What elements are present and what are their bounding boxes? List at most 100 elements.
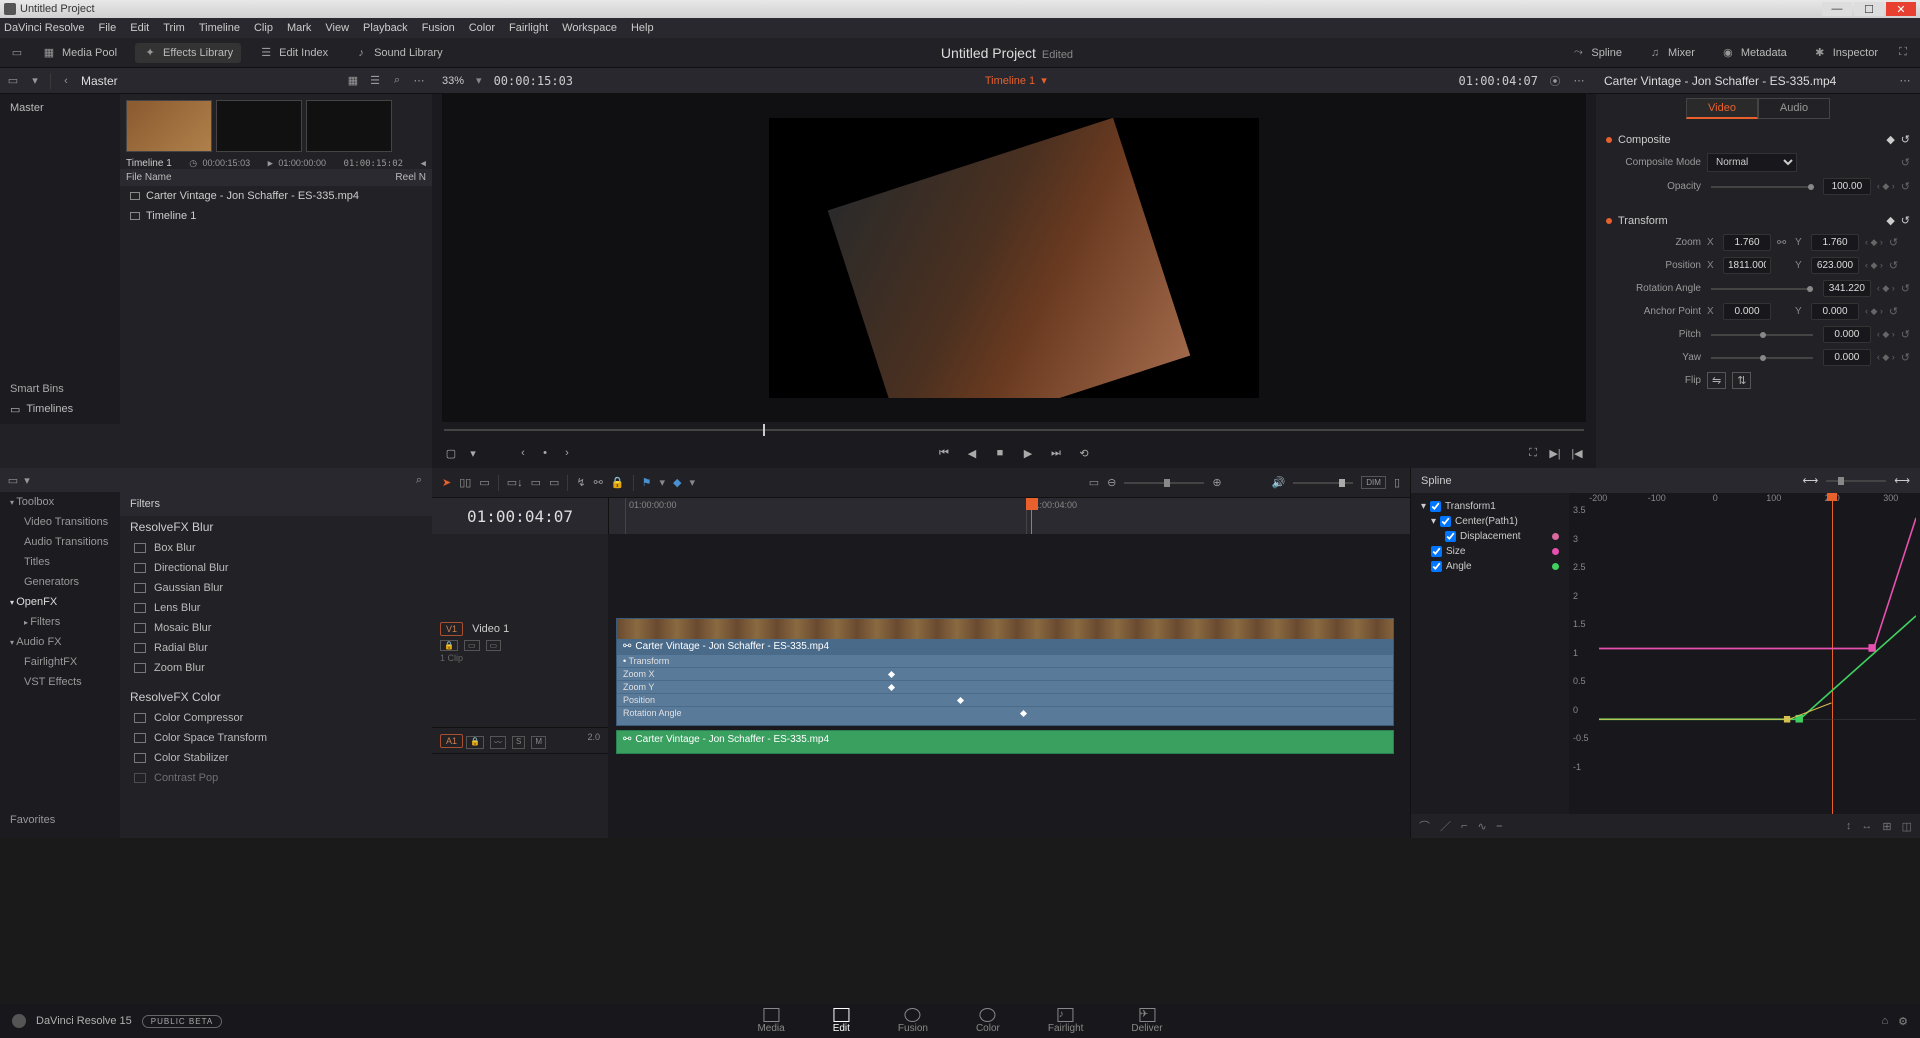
v1-header[interactable]: V1 Video 1 🔒▭▭ 1 Clip	[432, 618, 608, 728]
expand-icon[interactable]: ⟷	[1894, 474, 1910, 487]
scope-icon[interactable]: ⦿	[1548, 74, 1562, 88]
maximize-button[interactable]: ☐	[1854, 2, 1884, 16]
openfx-cat[interactable]: OpenFX	[0, 592, 120, 612]
fx-item[interactable]: Color Space Transform	[120, 728, 432, 748]
insert-icon[interactable]: ▭	[479, 476, 489, 489]
page-edit[interactable]: Edit	[833, 1008, 850, 1034]
reset-icon[interactable]: ↺	[1901, 180, 1910, 193]
lock-icon[interactable]: 🔒	[440, 640, 458, 651]
timeline-ruler[interactable]: 01:00:00:00 01:00:04:00	[608, 498, 1410, 534]
tool-icon[interactable]: ⊞	[1882, 820, 1891, 833]
spline-button[interactable]: ⤳ Spline	[1563, 43, 1630, 63]
opacity-input[interactable]	[1823, 178, 1871, 195]
clip-thumb[interactable]	[126, 100, 212, 152]
menu-view[interactable]: View	[325, 22, 349, 34]
menu-edit[interactable]: Edit	[130, 22, 149, 34]
flip-v-button[interactable]: ⇅	[1732, 372, 1751, 389]
fx-item[interactable]: Contrast Pop	[120, 768, 432, 788]
menu-playback[interactable]: Playback	[363, 22, 408, 34]
page-deliver[interactable]: ✈Deliver	[1131, 1008, 1162, 1034]
menu-help[interactable]: Help	[631, 22, 654, 34]
fullscreen-icon[interactable]: ⛶	[1526, 446, 1540, 460]
anchor-y-input[interactable]	[1811, 303, 1859, 320]
menu-timeline[interactable]: Timeline	[199, 22, 240, 34]
spline-node[interactable]: ▾Transform1	[1417, 499, 1563, 514]
clip-thumb[interactable]	[216, 100, 302, 152]
menu-color[interactable]: Color	[469, 22, 495, 34]
smartbin-timelines[interactable]: ▭Timelines	[0, 399, 120, 420]
chevron-down-icon[interactable]: ▾	[20, 473, 34, 487]
menu-workspace[interactable]: Workspace	[562, 22, 617, 34]
more2-icon[interactable]: ⋯	[1572, 74, 1586, 88]
fairlightfx-cat[interactable]: FairlightFX	[0, 652, 120, 672]
yaw-input[interactable]	[1823, 349, 1871, 366]
menu-davinci[interactable]: DaVinci Resolve	[4, 22, 85, 34]
panel-icon[interactable]: ▭	[6, 473, 20, 487]
wave-icon[interactable]: 〰	[490, 736, 506, 749]
thumb-icon[interactable]: ▭	[486, 640, 502, 651]
mute-button[interactable]: M	[531, 736, 546, 749]
page-fairlight[interactable]: ♪Fairlight	[1048, 1008, 1084, 1034]
spline-graph[interactable]: -200-1000100200300 3.532.521.510.50-0.5-…	[1569, 493, 1920, 814]
effects-library-button[interactable]: ✦Effects Library	[135, 43, 241, 63]
rotation-input[interactable]	[1823, 280, 1871, 297]
menu-trim[interactable]: Trim	[163, 22, 185, 34]
zoom-in-icon[interactable]: ⊕	[1212, 476, 1221, 489]
rotation-slider[interactable]	[1711, 288, 1813, 290]
keyframe-controls[interactable]: ◆	[1886, 133, 1894, 146]
curve-tool[interactable]: ⌒	[1419, 818, 1430, 834]
a1-header[interactable]: A1 🔒〰SM 2.0	[432, 728, 608, 754]
spline-node[interactable]: Displacement	[1417, 529, 1563, 544]
list-view-icon[interactable]: ☰	[368, 74, 382, 88]
pitch-slider[interactable]	[1711, 334, 1813, 336]
blade-tool[interactable]: ▯▯	[459, 476, 471, 489]
mute-icon[interactable]: ▯	[1394, 476, 1400, 489]
toolbox-cat[interactable]: Toolbox	[0, 492, 120, 512]
fx-item[interactable]: Lens Blur	[120, 598, 432, 618]
crop-icon[interactable]: ▢	[444, 446, 458, 460]
sound-library-button[interactable]: ♪Sound Library	[346, 43, 451, 63]
layout-icon[interactable]: ▭	[10, 46, 24, 60]
flip-h-button[interactable]: ⇋	[1707, 372, 1726, 389]
menu-fusion[interactable]: Fusion	[422, 22, 455, 34]
tracks-area[interactable]: ⚯Carter Vintage - Jon Schaffer - ES-335.…	[608, 534, 1410, 838]
inspector-button[interactable]: ✱Inspector	[1805, 43, 1886, 63]
goto-start-icon[interactable]: |◀	[1570, 446, 1584, 460]
spline-node[interactable]: Angle	[1417, 559, 1563, 574]
tool-icon[interactable]: ↕	[1846, 820, 1852, 832]
dim-button[interactable]: DIM	[1361, 476, 1386, 489]
fx-item[interactable]: Directional Blur	[120, 558, 432, 578]
generators-cat[interactable]: Generators	[0, 572, 120, 592]
chevron-down-icon[interactable]: ▾	[28, 74, 42, 88]
back-icon[interactable]: ‹	[59, 74, 73, 88]
video-clip[interactable]: ⚯Carter Vintage - Jon Schaffer - ES-335.…	[616, 618, 1394, 726]
loop-button[interactable]: ⟲	[1077, 446, 1091, 460]
fx-item[interactable]: Radial Blur	[120, 638, 432, 658]
viewer-scrubber[interactable]	[444, 422, 1584, 438]
menu-mark[interactable]: Mark	[287, 22, 311, 34]
retime-icon[interactable]: ↯	[576, 476, 585, 489]
match-frame-icon[interactable]: •	[538, 446, 552, 460]
viewer-zoom[interactable]: 33%	[442, 75, 464, 87]
mixer-button[interactable]: ♫Mixer	[1640, 43, 1703, 63]
home-icon[interactable]: ⌂	[1881, 1015, 1888, 1028]
ripple-icon[interactable]: ▭	[531, 476, 541, 489]
play-button[interactable]: ▶	[1021, 446, 1035, 460]
fx-item[interactable]: Color Stabilizer	[120, 748, 432, 768]
menu-fairlight[interactable]: Fairlight	[509, 22, 548, 34]
audio-clip[interactable]: ⚯Carter Vintage - Jon Schaffer - ES-335.…	[616, 730, 1394, 754]
composite-mode-select[interactable]: Normal	[1707, 153, 1797, 172]
fit-icon[interactable]: ⟷	[1802, 474, 1818, 487]
link-icon[interactable]: ⚯	[594, 476, 603, 489]
menu-file[interactable]: File	[99, 22, 117, 34]
audiofx-cat[interactable]: Audio FX	[0, 632, 120, 652]
file-row[interactable]: Timeline 1	[120, 206, 432, 226]
append-icon[interactable]: ▭↓	[507, 476, 523, 489]
titles-cat[interactable]: Titles	[0, 552, 120, 572]
tool-icon[interactable]: ◫	[1902, 820, 1912, 833]
lock-icon[interactable]: 🔒	[466, 736, 484, 749]
close-button[interactable]: ✕	[1886, 2, 1916, 16]
reset-icon[interactable]: ↺	[1901, 133, 1910, 146]
fx-item[interactable]: Color Compressor	[120, 708, 432, 728]
search-icon[interactable]: ⌕	[412, 473, 426, 487]
